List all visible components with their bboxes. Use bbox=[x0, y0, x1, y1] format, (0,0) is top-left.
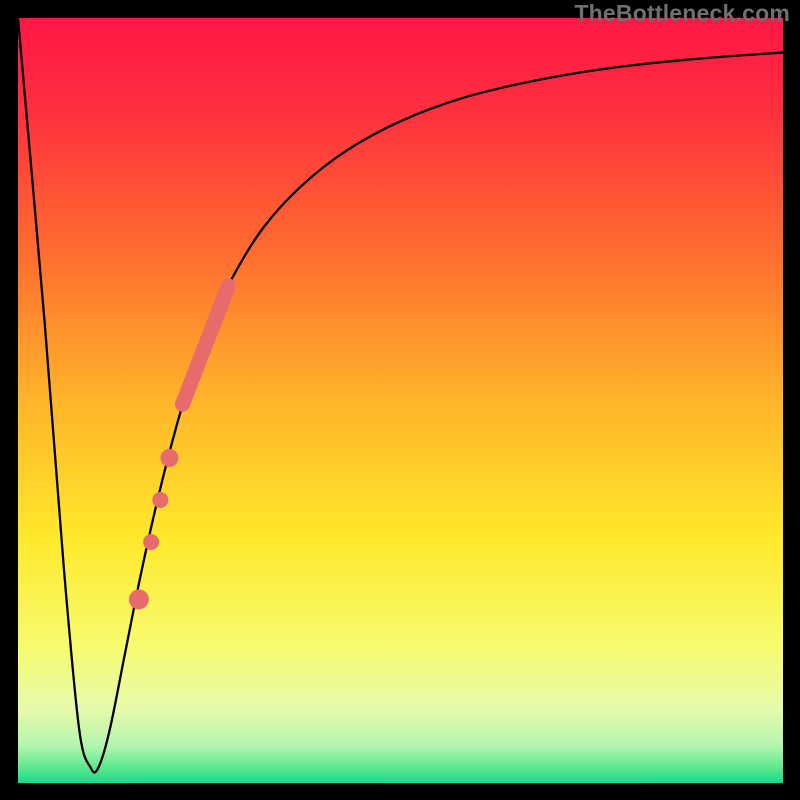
watermark-text: TheBottleneck.com bbox=[574, 0, 790, 27]
plot-area bbox=[18, 18, 783, 783]
chart-frame: TheBottleneck.com bbox=[0, 0, 800, 800]
background-gradient bbox=[18, 18, 783, 783]
